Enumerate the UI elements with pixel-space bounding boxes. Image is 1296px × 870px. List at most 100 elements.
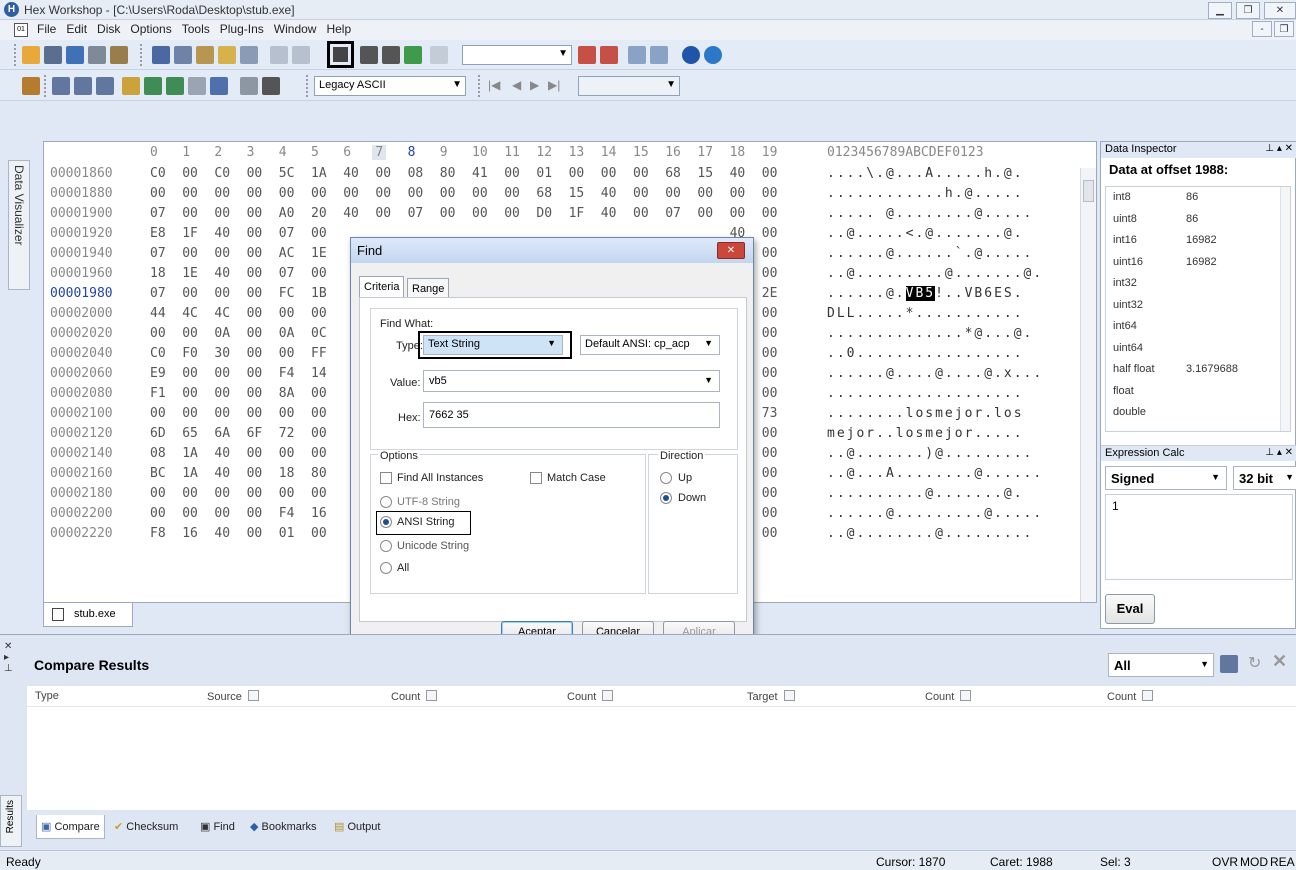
hex-byte[interactable]: 00 (214, 386, 230, 401)
encoding-dialog-select[interactable]: Default ANSI: cp_acp ▼ (580, 335, 720, 355)
hex-byte[interactable]: F4 (279, 506, 295, 521)
hex-byte[interactable]: 00 (182, 246, 198, 261)
hex-byte[interactable]: 00 (247, 386, 263, 401)
hex-byte[interactable]: BC (150, 466, 166, 481)
hex-byte[interactable]: 00 (247, 306, 263, 321)
hex-byte[interactable]: 0A (279, 326, 295, 341)
goto-combo[interactable]: ▼ (462, 45, 572, 65)
hex-byte[interactable]: 00 (504, 206, 520, 221)
hex-byte[interactable]: 1F (569, 206, 585, 221)
hex-byte[interactable]: 00 (279, 306, 295, 321)
hex-byte[interactable]: 68 (536, 186, 552, 201)
hex-byte[interactable]: 00 (375, 206, 391, 221)
hex-byte[interactable]: 01 (279, 526, 295, 541)
ascii-text[interactable]: ..@........@......... (827, 526, 1033, 541)
hex-byte[interactable]: E9 (150, 366, 166, 381)
ascii-text[interactable]: ..@...A........@...... (827, 466, 1043, 481)
hex-byte[interactable]: 00 (247, 346, 263, 361)
menu-tools[interactable]: Tools (177, 20, 215, 38)
hex-byte[interactable]: 00 (311, 226, 327, 241)
hex-byte[interactable]: 14 (311, 366, 327, 381)
col-type[interactable]: Type (35, 690, 59, 702)
hex-byte[interactable]: 00 (762, 506, 778, 521)
hex-byte[interactable]: 40 (214, 226, 230, 241)
checksum-icon[interactable] (122, 77, 140, 95)
goto-icon[interactable] (430, 46, 448, 64)
hex-byte[interactable]: 1F (182, 226, 198, 241)
hex-byte[interactable]: 2E (762, 286, 778, 301)
menu-window[interactable]: Window (269, 20, 322, 38)
hex-byte[interactable]: 07 (150, 206, 166, 221)
scrollbar-thumb[interactable] (1083, 180, 1094, 202)
hex-byte[interactable]: 00 (182, 406, 198, 421)
hex-byte[interactable]: 40 (343, 166, 359, 181)
hex-byte[interactable]: 00 (182, 286, 198, 301)
ascii-text[interactable]: ..@.......)@......... (827, 446, 1033, 461)
pin-icon[interactable]: ⊥ ▴ ✕ (1265, 447, 1293, 458)
type-select[interactable]: Text String ▼ (423, 335, 563, 355)
tab-criteria[interactable]: Criteria (359, 276, 405, 298)
hex-byte[interactable]: 00 (472, 206, 488, 221)
hex-byte[interactable]: 00 (182, 186, 198, 201)
ascii-text[interactable]: ..............*@...@. (827, 326, 1033, 341)
hex-byte[interactable]: 00 (247, 406, 263, 421)
all-radio[interactable] (380, 562, 392, 574)
menu-disk[interactable]: Disk (92, 20, 125, 38)
hex-byte[interactable]: C0 (214, 166, 230, 181)
inspector-row[interactable]: uint64 (1113, 342, 1283, 354)
hex-byte[interactable]: FF (311, 346, 327, 361)
inspector-row[interactable]: half float 3.1679688 (1113, 363, 1283, 375)
hex-byte[interactable]: 00 (279, 346, 295, 361)
menu-edit[interactable]: Edit (61, 20, 92, 38)
hex-byte[interactable]: 00 (247, 206, 263, 221)
ascii-text[interactable]: ........losmejor.los (827, 406, 1024, 421)
hex-byte[interactable]: 00 (762, 446, 778, 461)
hex-byte[interactable]: 73 (762, 406, 778, 421)
hex-byte[interactable]: FC (279, 286, 295, 301)
hex-byte[interactable]: 40 (343, 206, 359, 221)
hex-row[interactable]: 00001880 00 00 00 00 00 00 00 00 00 00 00 00 68 15 40 00… (44, 184, 1098, 204)
intel-icon[interactable] (704, 46, 722, 64)
doc-minimize-button[interactable]: - (1252, 21, 1272, 37)
hex-byte[interactable]: 00 (375, 186, 391, 201)
hex-byte[interactable]: 08 (408, 166, 424, 181)
hex-byte[interactable]: 00 (375, 166, 391, 181)
ascii-selection[interactable]: VB5 (905, 286, 936, 301)
hex-byte[interactable]: 00 (182, 366, 198, 381)
hex-byte[interactable]: 40 (214, 266, 230, 281)
hex-byte[interactable]: 00 (182, 386, 198, 401)
hex-byte[interactable]: 00 (730, 206, 746, 221)
hex-byte[interactable]: 15 (697, 166, 713, 181)
hex-byte[interactable]: 0C (311, 326, 327, 341)
hex-byte[interactable]: 01 (536, 166, 552, 181)
next-record-icon[interactable]: ▶ (530, 78, 539, 92)
ascii-text[interactable]: DLL.....*........... (827, 306, 1024, 321)
hex-byte[interactable]: 00 (247, 186, 263, 201)
hex-byte[interactable]: 1A (311, 166, 327, 181)
hex-byte[interactable]: 00 (762, 526, 778, 541)
data-visualizer-tab[interactable]: Data Visualizer (8, 160, 30, 290)
hex-byte[interactable]: 44 (150, 306, 166, 321)
results-list[interactable]: Type Source Count Count Target Count Cou… (27, 686, 1296, 810)
hex-byte[interactable]: 00 (247, 486, 263, 501)
hex-byte[interactable]: 6F (247, 426, 263, 441)
inspector-row[interactable]: uint16 16982 (1113, 256, 1283, 268)
paste-icon[interactable] (196, 46, 214, 64)
calculator-icon[interactable] (262, 77, 280, 95)
hex-byte[interactable]: 15 (569, 186, 585, 201)
hex-byte[interactable]: 00 (343, 186, 359, 201)
ascii-text[interactable]: ..@.........@.......@. (827, 266, 1043, 281)
amd-icon[interactable] (682, 46, 700, 64)
replace-icon[interactable] (404, 46, 422, 64)
ascii-text[interactable]: ..@.....<.@.......@. (827, 226, 1024, 241)
hex-byte[interactable]: 00 (601, 166, 617, 181)
pin-icon[interactable]: ⊥ ▴ ✕ (1265, 143, 1293, 154)
hex-byte[interactable]: 40 (214, 526, 230, 541)
encoding-select[interactable]: Legacy ASCII ▼ (314, 76, 466, 96)
hex-byte[interactable]: 00 (762, 426, 778, 441)
hex-byte[interactable]: 16 (182, 526, 198, 541)
structure-icon[interactable] (144, 77, 162, 95)
chart-icon[interactable] (210, 77, 228, 95)
hex-byte[interactable]: 00 (311, 526, 327, 541)
hex-byte[interactable]: F1 (150, 386, 166, 401)
